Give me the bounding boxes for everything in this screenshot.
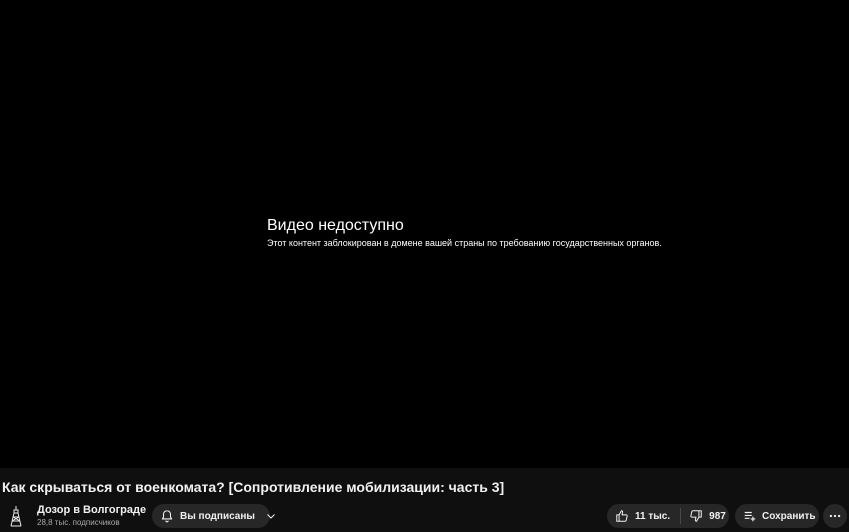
save-label: Сохранить [762, 510, 816, 522]
error-message: Этот контент заблокирован в домене вашей… [267, 238, 662, 248]
channel-name[interactable]: Дозор в Волгограде [37, 504, 146, 516]
thumb-up-icon[interactable] [615, 509, 629, 523]
watch-page: Видео недоступно Этот контент заблокиров… [0, 0, 849, 532]
like-dislike-group: 11 тыс. 987 [607, 504, 729, 528]
thumb-down-icon[interactable] [689, 509, 703, 523]
subscribed-label: Вы подписаны [180, 510, 255, 522]
bell-icon [160, 509, 174, 523]
video-title: Как скрываться от военкомата? [Сопротивл… [2, 479, 505, 495]
video-meta-row: Дозор в Волгограде 28,8 тыс. подписчиков… [0, 500, 849, 532]
video-player[interactable]: Видео недоступно Этот контент заблокиров… [0, 0, 849, 468]
save-button[interactable]: Сохранить [735, 504, 819, 528]
more-horizontal-icon [828, 509, 842, 523]
unavailable-message: Видео недоступно Этот контент заблокиров… [267, 216, 662, 249]
channel-avatar[interactable] [3, 503, 29, 529]
tower-logo-icon [10, 506, 22, 527]
chevron-down-icon [265, 510, 277, 522]
like-count[interactable]: 11 тыс. [635, 511, 670, 522]
subscribed-button[interactable]: Вы подписаны [152, 504, 275, 528]
error-title: Видео недоступно [267, 217, 404, 234]
subscriber-count: 28,8 тыс. подписчиков [37, 518, 120, 527]
more-actions-button[interactable] [823, 504, 847, 528]
dislike-count[interactable]: 987 [709, 511, 726, 522]
like-divider [680, 508, 682, 524]
playlist-add-icon [743, 509, 757, 523]
